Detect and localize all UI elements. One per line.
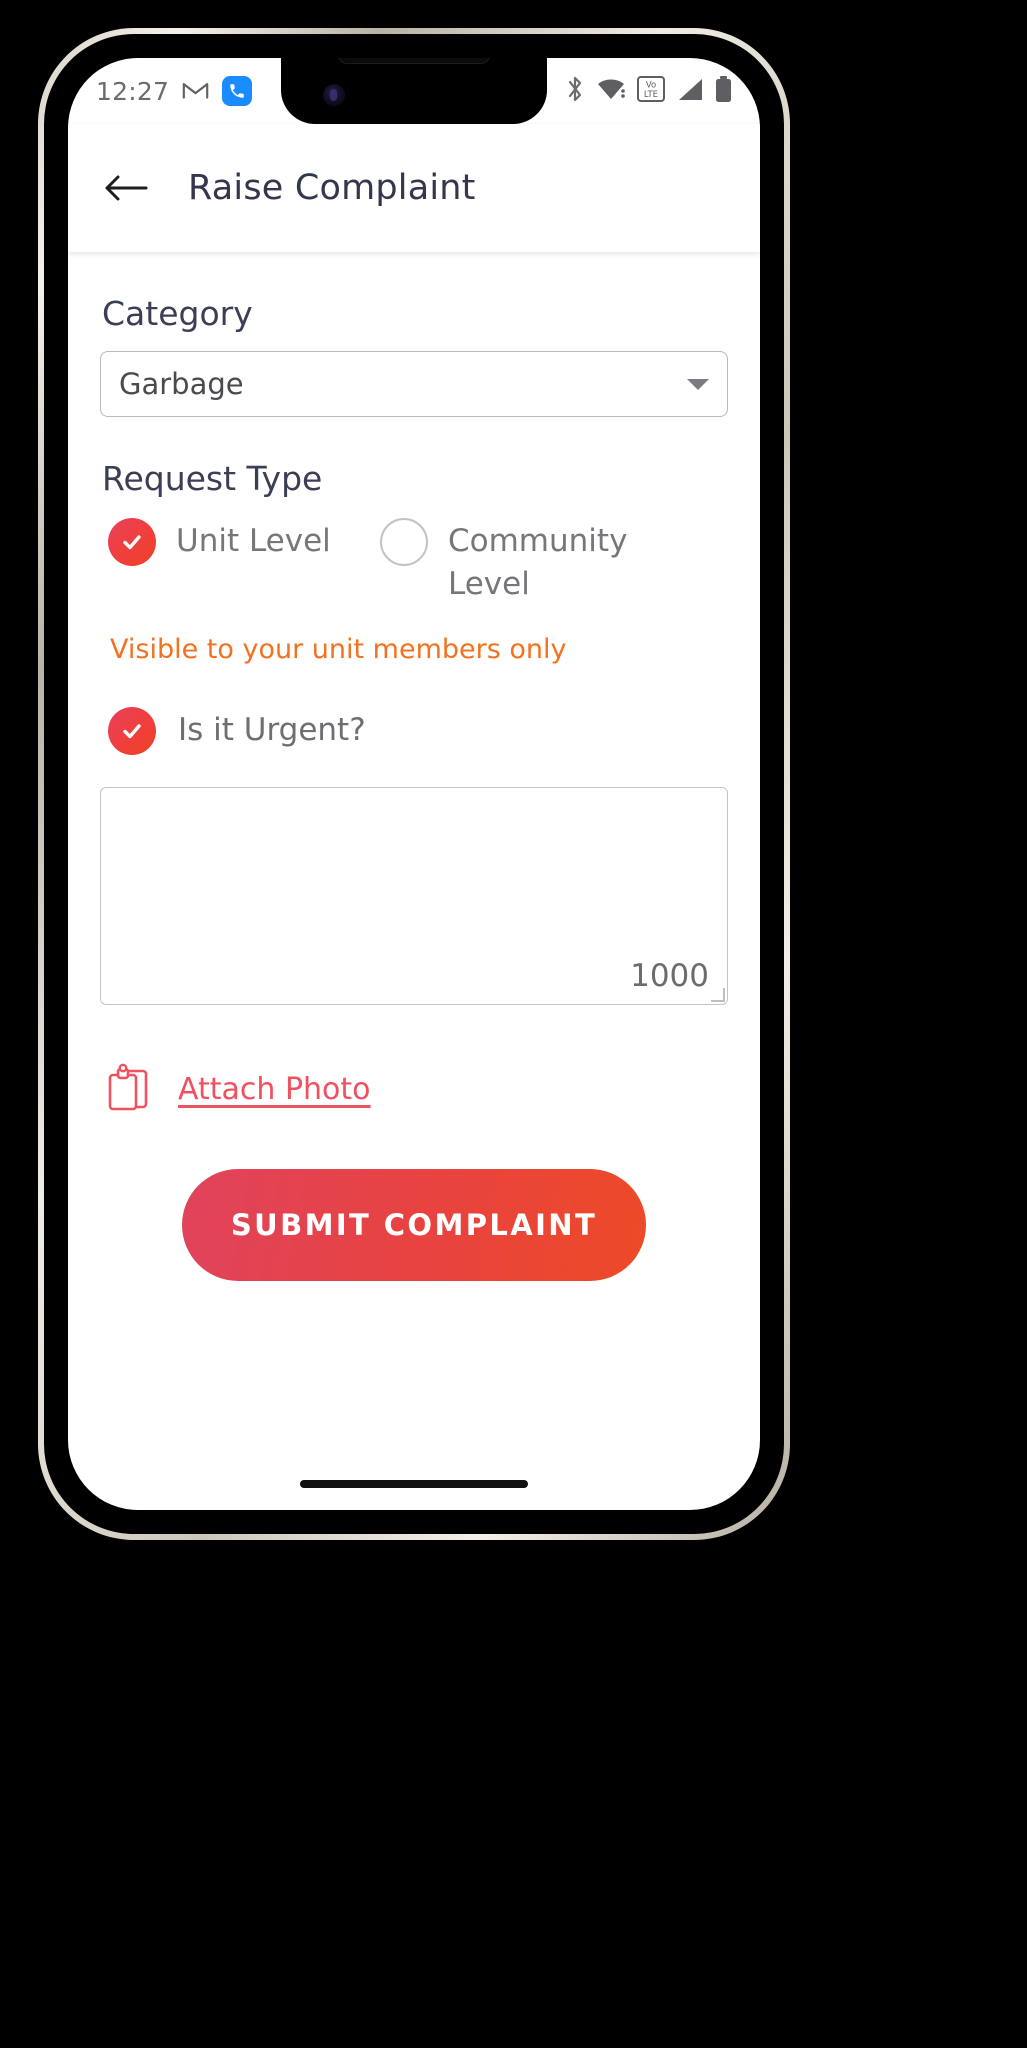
clipboard-icon [106,1063,150,1117]
screenshot-root: 12:27 Vo LTE Raise Complaint Category Ga… [0,0,1027,2048]
category-select[interactable]: Garbage [100,351,728,417]
attach-photo-row[interactable]: Attach Photo [106,1063,728,1117]
category-label: Category [102,294,253,333]
radio-checked-icon [108,518,156,566]
character-counter: 1000 [630,957,709,994]
gmail-icon [182,79,209,104]
description-textarea[interactable]: 1000 [100,786,728,1005]
wifi-icon [596,77,626,105]
phone-bezel: 12:27 Vo LTE Raise Complaint Category Ga… [44,34,784,1534]
home-indicator[interactable] [300,1480,528,1488]
attach-photo-label: Attach Photo [178,1072,371,1108]
front-camera-icon [323,84,345,106]
status-bar-left: 12:27 [96,76,253,106]
battery-icon [715,75,732,107]
submit-complaint-button[interactable]: SUBMIT COMPLAINT [182,1168,646,1281]
chevron-down-icon [687,378,709,390]
back-arrow-icon[interactable] [104,174,148,202]
radio-community-level[interactable]: Community Level [380,516,630,606]
phone-screen: 12:27 Vo LTE Raise Complaint Category Ga… [68,58,760,1510]
urgent-checkbox-row[interactable]: Is it Urgent? [108,705,728,755]
category-selected-value: Garbage [119,367,244,401]
svg-text:LTE: LTE [644,90,658,100]
radio-unit-level[interactable]: Unit Level [108,516,380,566]
request-type-label: Request Type [102,459,323,498]
bluetooth-icon [565,75,585,107]
cellular-signal-icon [676,77,704,106]
visibility-hint: Visible to your unit members only [110,633,567,665]
request-type-options: Unit Level Community Level [108,516,728,606]
form-content: Category Garbage Request Type Unit Level… [68,252,760,1281]
phone-icon [222,76,253,106]
earpiece-speaker [338,58,490,64]
checkbox-checked-icon [108,706,156,755]
svg-text:Vo: Vo [646,81,656,91]
phone-frame: 12:27 Vo LTE Raise Complaint Category Ga… [38,28,790,1540]
resize-handle[interactable] [711,987,725,1002]
page-title: Raise Complaint [188,168,476,208]
radio-unit-level-label: Unit Level [176,523,331,559]
status-time: 12:27 [96,76,170,106]
display-notch [281,58,547,124]
status-bar-right: Vo LTE [565,75,732,107]
app-bar: Raise Complaint [68,124,760,252]
submit-button-wrap: SUBMIT COMPLAINT [100,1168,728,1281]
radio-community-level-label: Community Level [448,523,628,602]
volte-icon: Vo LTE [637,76,665,106]
radio-unchecked-icon [380,518,428,566]
urgent-label: Is it Urgent? [178,711,366,748]
